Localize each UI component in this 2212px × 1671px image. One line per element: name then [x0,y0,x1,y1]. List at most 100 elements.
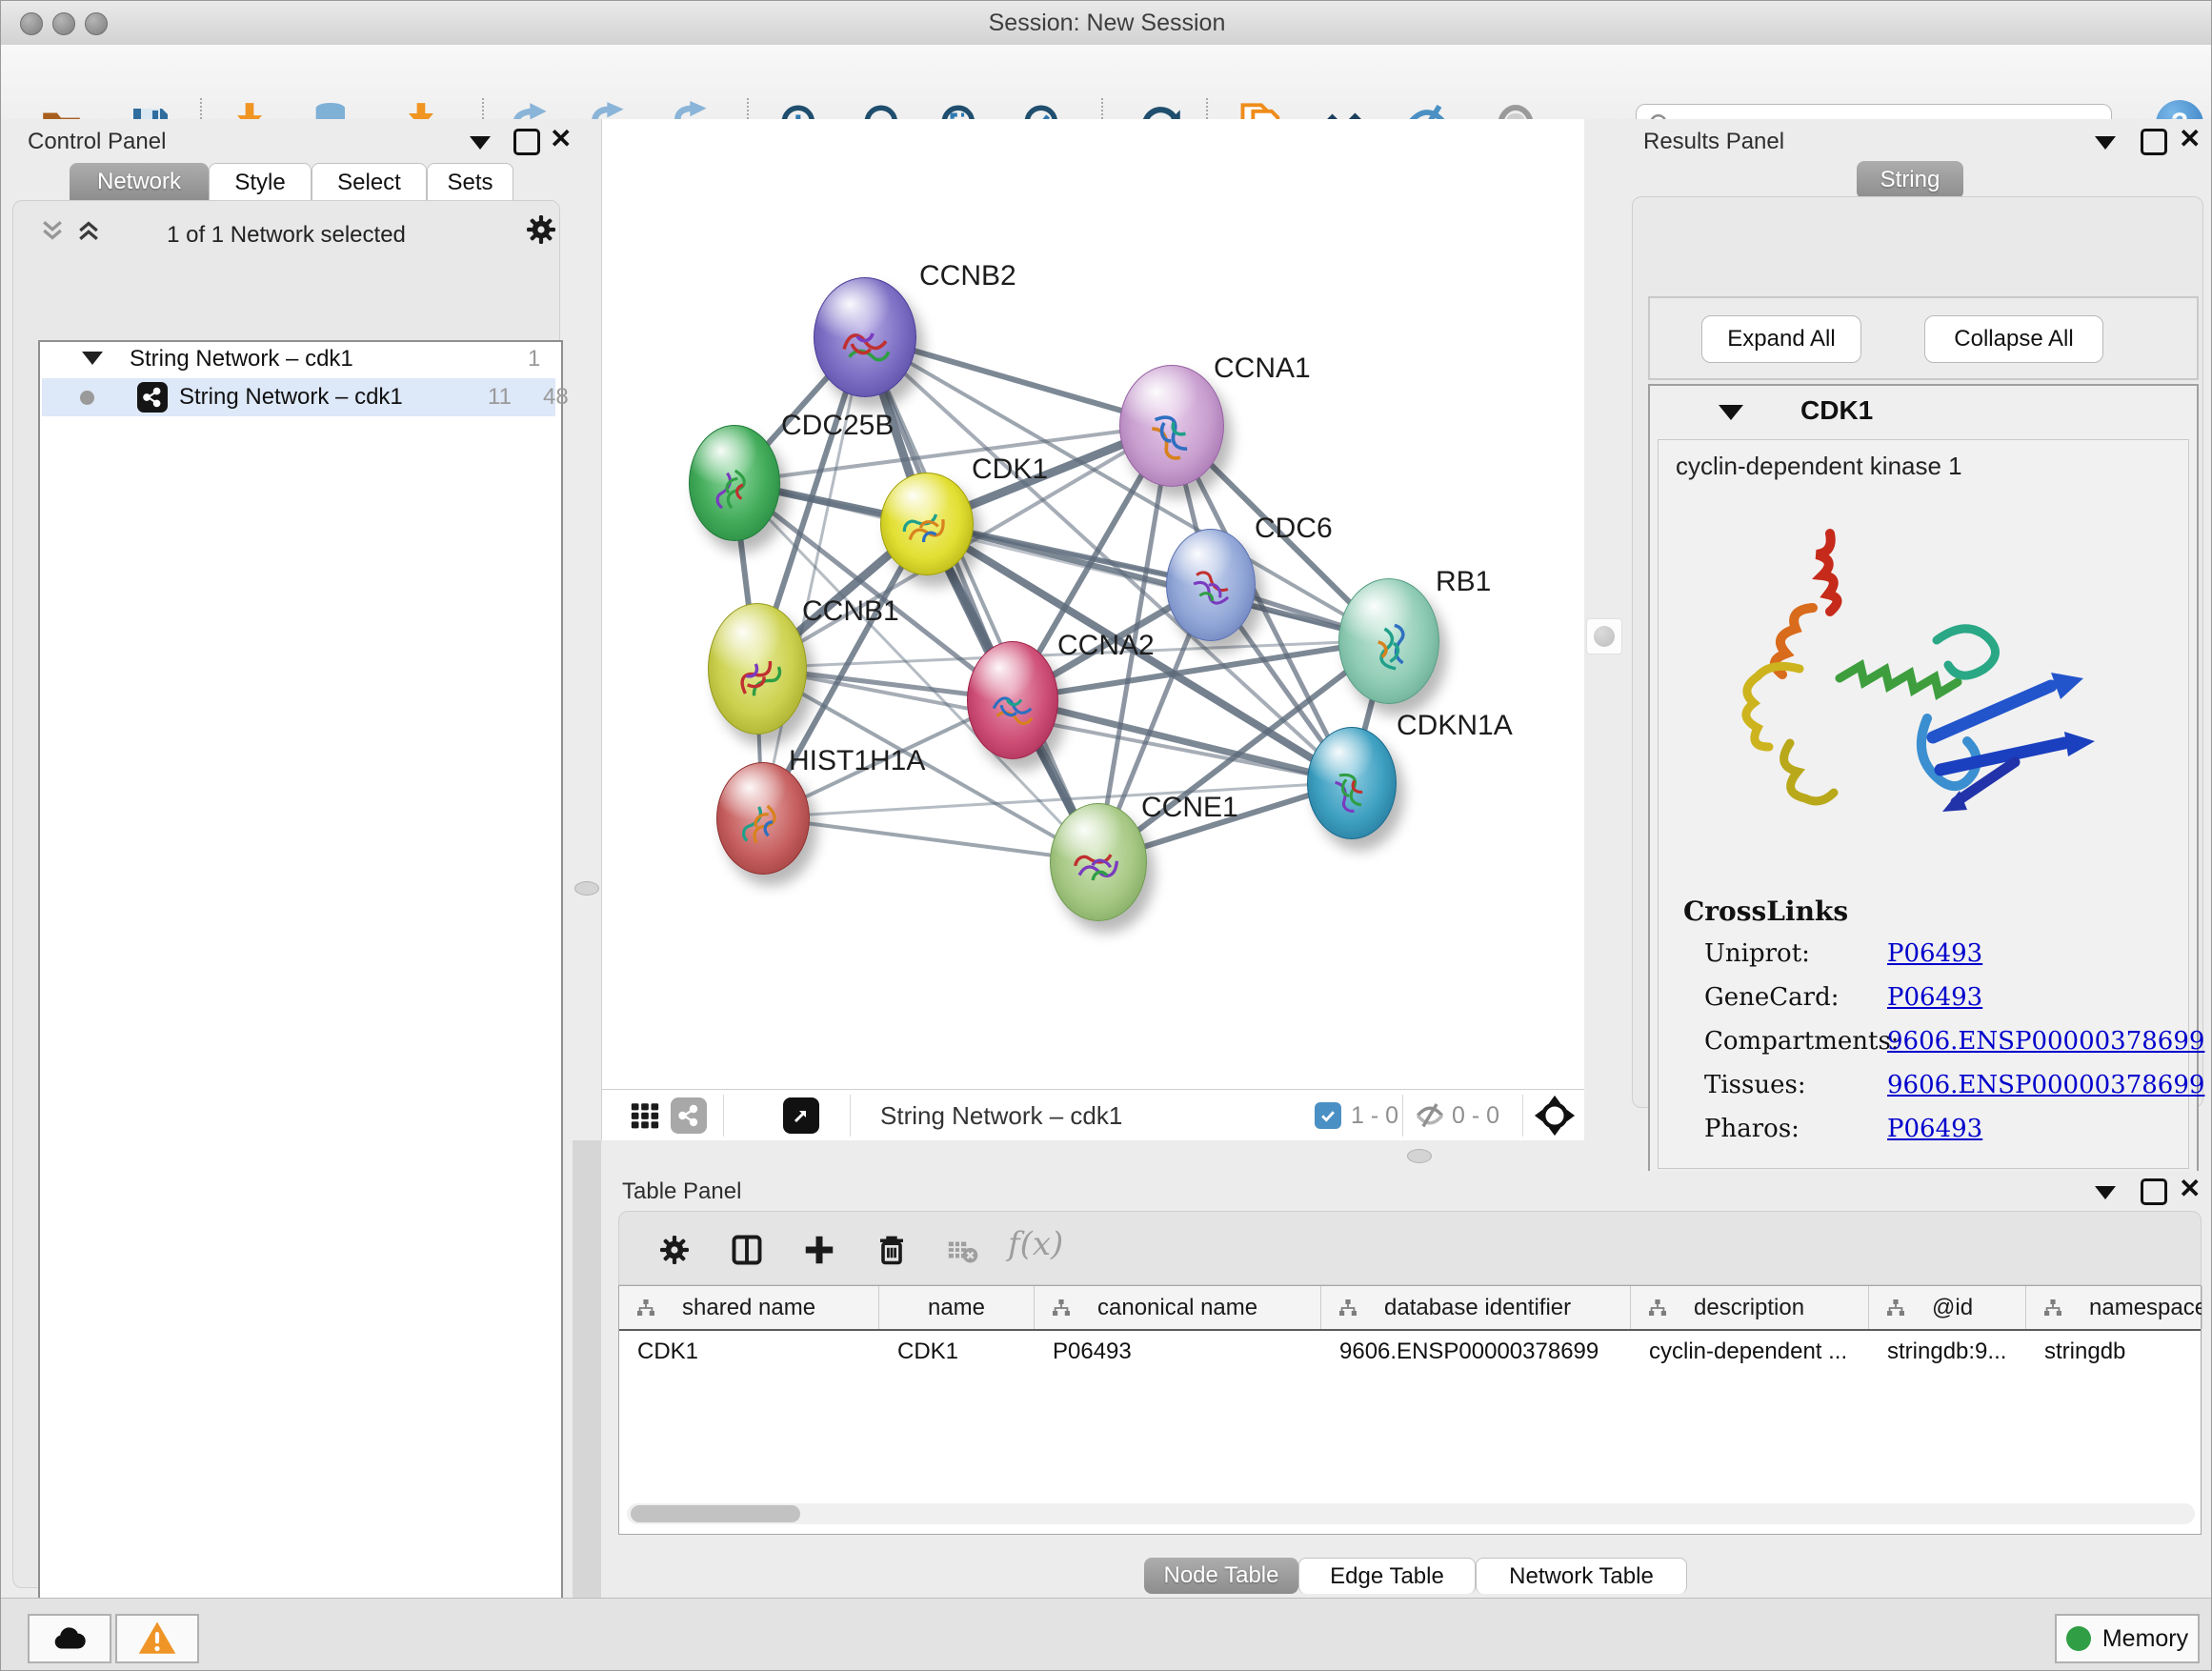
network-node-cdc25b[interactable] [689,425,780,541]
table-cell[interactable]: cyclin-dependent ... [1631,1333,1869,1371]
scrollbar-thumb[interactable] [631,1505,800,1522]
warnings-button[interactable] [115,1614,199,1663]
node-label: CCNA2 [1057,630,1155,662]
protein-thumbnail-icon [985,673,1040,742]
show-columns-icon[interactable] [726,1229,768,1271]
column-header-shared-name[interactable]: shared name [619,1286,879,1329]
table-cell[interactable]: CDK1 [619,1333,879,1371]
table-cell[interactable]: stringdb [2026,1333,2202,1371]
table-cell[interactable]: P06493 [1035,1333,1321,1371]
delete-column-icon[interactable] [871,1229,913,1271]
column-header-description[interactable]: description [1631,1286,1869,1329]
node-label: CCNB1 [802,595,899,628]
network-node-hist1h1a[interactable] [716,762,810,875]
crosslink-label: Pharos: [1704,1115,1800,1143]
tab-select[interactable]: Select [312,163,427,201]
column-network-icon [1884,1297,1907,1319]
column-header--id[interactable]: @id [1869,1286,2026,1329]
network-node-cdc6[interactable] [1166,529,1256,641]
cloud-button[interactable] [28,1614,111,1663]
tab-edge-table[interactable]: Edge Table [1298,1558,1476,1594]
vertical-splitter-right[interactable] [1583,119,1627,1140]
splitter-handle[interactable] [1586,618,1622,654]
splitter-handle[interactable] [1407,1149,1432,1163]
vertical-splitter-left[interactable] [573,119,601,1140]
delete-table-icon[interactable] [941,1229,983,1271]
panel-float-icon[interactable] [2141,129,2167,155]
memory-label: Memory [2102,1625,2188,1653]
panel-menu-icon[interactable] [2095,1186,2116,1199]
network-row-selected[interactable]: String Network – cdk1 11 48 [42,378,555,416]
protein-thumbnail-icon [1069,835,1128,904]
protein-thumbnail-icon [1324,756,1378,823]
table-options-gear-icon[interactable] [654,1229,695,1271]
network-node-ccna1[interactable] [1119,365,1224,487]
crosslink-link[interactable]: P06493 [1887,939,1982,968]
tab-style[interactable]: Style [209,163,312,201]
horizontal-scrollbar[interactable] [627,1503,2195,1524]
column-label: name [928,1295,985,1321]
panel-float-icon[interactable] [513,129,540,155]
crosslink-link[interactable]: P06493 [1887,983,1982,1012]
table-panel: Table Panel ✕ f(x) shared name name canoni… [601,1171,2212,1598]
panel-close-icon[interactable]: ✕ [2179,1178,2201,1199]
node-table[interactable]: shared name name canonical name database id… [618,1285,2202,1535]
network-node-ccna2[interactable] [967,641,1058,759]
panel-menu-icon[interactable] [470,136,491,150]
hidden-eye-slash-icon[interactable] [1414,1099,1446,1137]
column-label: canonical name [1097,1295,1257,1321]
protein-thumbnail-icon [727,637,787,715]
tab-sets[interactable]: Sets [427,163,513,201]
column-network-icon [2041,1297,2064,1319]
network-node-ccne1[interactable] [1050,803,1147,921]
panel-close-icon[interactable]: ✕ [2179,129,2201,150]
expand-all-button[interactable]: Expand All [1701,315,1861,363]
selected-checkbox-icon[interactable] [1315,1102,1341,1129]
panel-close-icon[interactable]: ✕ [550,129,572,150]
panel-menu-icon[interactable] [2095,136,2116,150]
gene-entry-section: CDK1 cyclin-dependent kinase 1 [1648,384,2199,1177]
open-in-browser-icon[interactable] [783,1097,819,1134]
collapse-all-button[interactable]: Collapse All [1924,315,2103,363]
column-header-name[interactable]: name [879,1286,1035,1329]
fit-content-crosshair-icon[interactable] [1534,1095,1576,1141]
network-options-gear-icon[interactable] [524,212,558,252]
network-node-ccnb1[interactable] [708,603,807,735]
network-collection-row[interactable]: String Network – cdk1 1 [40,342,557,378]
network-node-ccnb2[interactable] [814,277,916,397]
table-cell[interactable]: CDK1 [879,1333,1035,1371]
collection-label: String Network – cdk1 [130,346,353,372]
memory-button[interactable]: Memory [2055,1614,2200,1663]
column-header-namespace[interactable]: namespace [2026,1286,2202,1329]
panel-float-icon[interactable] [2141,1178,2167,1205]
collection-expanded-icon[interactable] [82,352,103,365]
add-column-icon[interactable] [798,1229,840,1271]
network-node-cdkn1a[interactable] [1307,727,1397,839]
network-view-canvas[interactable]: CCNB2CCNA1CDC25BCDK1CDC6RB1CCNB1CCNA2CDK… [601,119,1584,1089]
tab-network-table[interactable]: Network Table [1476,1558,1687,1594]
crosslink-link[interactable]: 9606.ENSP00000378699 [1887,1027,2204,1056]
network-edge[interactable] [864,336,1097,861]
crosslink-link[interactable]: P06493 [1887,1115,1982,1143]
separator [1522,1095,1523,1137]
function-builder-icon[interactable]: f(x) [1008,1225,1063,1263]
table-cell[interactable]: 9606.ENSP00000378699 [1321,1333,1631,1371]
network-node-rb1[interactable] [1338,578,1439,704]
column-header-canonical-name[interactable]: canonical name [1035,1286,1321,1329]
tab-network[interactable]: Network [70,163,209,201]
entry-expanded-icon[interactable] [1719,405,1743,420]
network-share-icon[interactable] [671,1097,707,1134]
tab-node-table[interactable]: Node Table [1144,1558,1298,1594]
network-edge[interactable] [762,817,1097,861]
hidden-node-edge-counter: 0 - 0 [1452,1102,1499,1130]
network-current-dot-icon [80,391,94,405]
table-cell[interactable]: stringdb:9... [1869,1333,2026,1371]
table-panel-title: Table Panel [622,1178,741,1205]
crosslink-link[interactable]: 9606.ENSP00000378699 [1887,1071,2204,1099]
network-node-cdk1[interactable] [880,473,974,575]
tab-string[interactable]: String [1857,161,1963,199]
table-header-row: shared name name canonical name database id… [619,1286,2201,1331]
column-header-database-identifier[interactable]: database identifier [1321,1286,1631,1329]
splitter-handle[interactable] [574,881,599,896]
birdseye-grid-icon[interactable] [629,1099,661,1137]
